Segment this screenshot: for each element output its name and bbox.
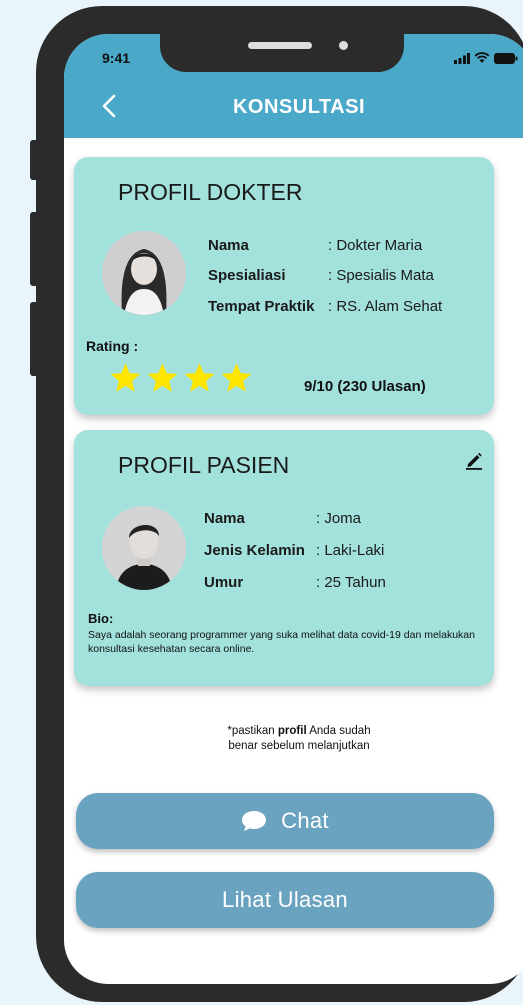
note-bold: profil [277, 725, 307, 737]
patient-name-label: Nama [204, 510, 245, 527]
bio-label: Bio: [88, 611, 114, 626]
doctor-specialty-value: : Spesialis Mata [328, 267, 434, 284]
view-reviews-button[interactable]: Lihat Ulasan [76, 872, 494, 928]
note-prefix: *pastikan [227, 725, 278, 737]
star-icon [110, 363, 141, 392]
speaker-grille [248, 42, 312, 49]
doctor-profile-card: PROFIL DOKTER Nama : Dokter Maria Spesia… [74, 157, 494, 415]
bio-text: Saya adalah seorang programmer yang suka… [88, 629, 475, 655]
star-icon [184, 363, 215, 392]
doctor-name-label: Nama [208, 237, 249, 254]
rating-score: 9/10 (230 Ulasan) [304, 378, 426, 395]
status-icons [454, 52, 518, 64]
doctor-practice-label: Tempat Praktik [208, 298, 315, 315]
front-camera [339, 41, 348, 50]
wifi-icon [474, 52, 490, 63]
doctor-practice-value: : RS. Alam Sehat [328, 298, 443, 315]
patient-age-value: : 25 Tahun [316, 574, 386, 591]
doctor-profile-title: PROFIL DOKTER [118, 179, 303, 205]
confirmation-note: *pastikan profil Anda sudah benar sebelu… [64, 724, 523, 754]
view-reviews-label: Lihat Ulasan [222, 887, 348, 912]
battery-icon [494, 53, 518, 64]
star-icon [147, 363, 178, 392]
doctor-photo [102, 231, 186, 315]
doctor-name-value: : Dokter Maria [328, 237, 423, 254]
patient-profile-card: PROFIL PASIEN Nama : Joma Jenis Kelamin … [74, 430, 494, 686]
note-suffix: Anda sudah [306, 725, 371, 737]
signal-icon [454, 53, 470, 64]
app-header: 9:41 KONSULTASI [64, 34, 523, 138]
volume-up-button [30, 212, 40, 286]
chat-button[interactable]: Chat [76, 793, 494, 849]
status-time: 9:41 [102, 50, 131, 66]
patient-avatar [102, 506, 186, 590]
pencil-icon[interactable] [464, 450, 484, 470]
app-screen: 9:41 KONSULTASI PROFIL DOKTER Nama: Dok… [64, 34, 523, 984]
doctor-specialty-label: Spesialiasi [208, 267, 286, 284]
notch [160, 34, 404, 72]
patient-gender-value: : Laki-Laki [316, 542, 385, 559]
page-title: KONSULTASI [232, 96, 366, 118]
patient-age-label: Umur [204, 574, 244, 591]
chat-bubble-icon [242, 811, 267, 831]
mute-switch [30, 140, 40, 180]
patient-photo [102, 506, 186, 590]
chat-button-label: Chat [281, 808, 329, 833]
patient-name-value: : Joma [316, 510, 362, 527]
note-line2: benar sebelum melanjutkan [228, 740, 370, 752]
patient-profile-title: PROFIL PASIEN [118, 452, 290, 478]
patient-gender-label: Jenis Kelamin [204, 542, 305, 559]
volume-down-button [30, 302, 40, 376]
rating-label: Rating : [86, 338, 139, 354]
rating-stars [108, 361, 254, 395]
doctor-avatar [102, 231, 186, 315]
star-icon [221, 363, 252, 392]
